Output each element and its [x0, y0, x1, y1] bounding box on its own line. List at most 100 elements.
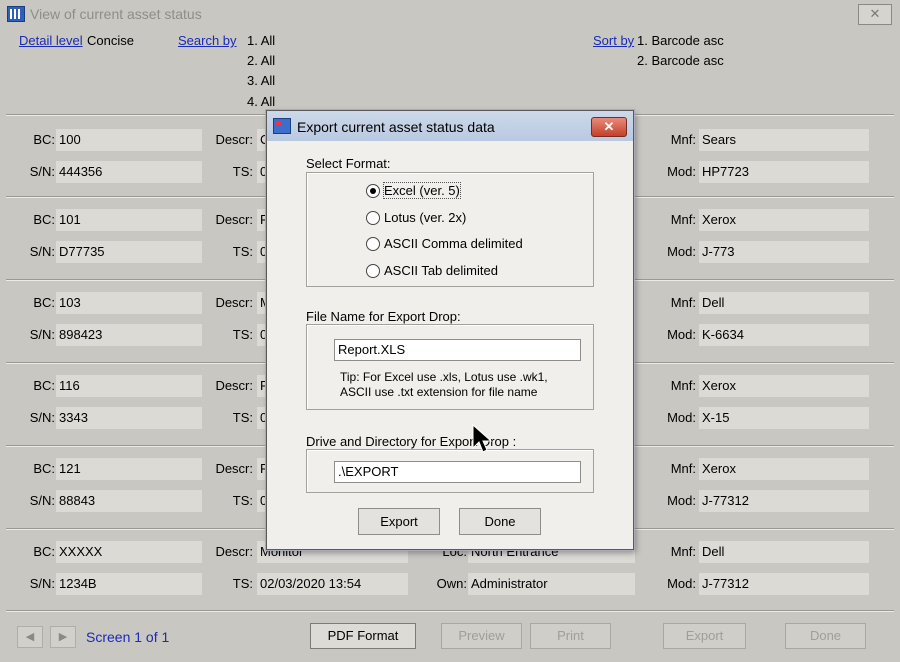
done-button[interactable]: Done [785, 623, 866, 649]
mod-value: J-77312 [699, 573, 869, 595]
radio-ascii-comma-label[interactable]: ASCII Comma delimited [384, 236, 523, 251]
radio-ascii-comma[interactable] [366, 237, 380, 251]
bc-label: BC: [33, 378, 55, 393]
mnf-value: Dell [699, 541, 869, 563]
print-button[interactable]: Print [530, 623, 611, 649]
preview-button[interactable]: Preview [441, 623, 522, 649]
sn-label: S/N: [29, 164, 55, 179]
bc-label: BC: [33, 544, 55, 559]
search-by-2: 2. All [247, 53, 276, 68]
dialog-title: Export current asset status data [297, 119, 495, 135]
own-value: Administrator [468, 573, 635, 595]
sn-label: S/N: [29, 493, 55, 508]
descr-label: Descr: [215, 295, 253, 310]
mod-label: Mod: [667, 164, 696, 179]
mod-label: Mod: [667, 327, 696, 342]
sn-value: 1234B [56, 573, 202, 595]
radio-lotus[interactable] [366, 211, 380, 225]
search-by-link[interactable]: Search by [178, 33, 237, 48]
ts-label: TS: [232, 327, 253, 342]
bc-value: 103 [56, 292, 202, 314]
search-by-4: 4. All [247, 94, 276, 109]
ts-label: TS: [232, 410, 253, 425]
tip-text-line1: Tip: For Excel use .xls, Lotus use .wk1, [340, 370, 548, 384]
prev-screen-button[interactable]: ◀ [17, 626, 43, 648]
window-close-button[interactable]: ✕ [858, 4, 892, 25]
ts-label: TS: [232, 576, 253, 591]
sn-value: 898423 [56, 324, 202, 346]
mod-value: X-15 [699, 407, 869, 429]
file-name-label: File Name for Export Drop: [306, 309, 461, 324]
screen-indicator: Screen 1 of 1 [86, 629, 170, 645]
bc-label: BC: [33, 132, 55, 147]
mnf-label: Mnf: [670, 544, 696, 559]
sn-label: S/N: [29, 327, 55, 342]
search-by-3: 3. All [247, 73, 276, 88]
descr-label: Descr: [215, 132, 253, 147]
mnf-label: Mnf: [670, 295, 696, 310]
bc-value: 101 [56, 209, 202, 231]
radio-lotus-label[interactable]: Lotus (ver. 2x) [384, 210, 466, 225]
next-screen-button[interactable]: ▶ [50, 626, 76, 648]
dialog-export-button[interactable]: Export [358, 508, 440, 535]
bc-label: BC: [33, 461, 55, 476]
divider [6, 610, 894, 611]
mnf-label: Mnf: [670, 212, 696, 227]
ts-label: TS: [232, 493, 253, 508]
sn-label: S/N: [29, 410, 55, 425]
mnf-label: Mnf: [670, 378, 696, 393]
drive-directory-input[interactable]: .\EXPORT [334, 461, 581, 483]
pdf-format-button[interactable]: PDF Format [310, 623, 416, 649]
mod-value: HP7723 [699, 161, 869, 183]
mod-label: Mod: [667, 410, 696, 425]
detail-level-link[interactable]: Detail level [19, 33, 83, 48]
sort-by-2: 2. Barcode asc [637, 53, 724, 68]
tip-text-line2: ASCII use .txt extension for file name [340, 385, 538, 399]
bc-label: BC: [33, 212, 55, 227]
dialog-title-bar: Export current asset status data ✕ [267, 111, 633, 141]
bc-value: 121 [56, 458, 202, 480]
file-name-input[interactable]: Report.XLS [334, 339, 581, 361]
title-bar: View of current asset status ✕ [0, 0, 900, 28]
sort-by-link[interactable]: Sort by [593, 33, 634, 48]
mod-label: Mod: [667, 576, 696, 591]
radio-excel-label[interactable]: Excel (ver. 5) [383, 182, 461, 199]
sn-value: 88843 [56, 490, 202, 512]
radio-ascii-tab[interactable] [366, 264, 380, 278]
mnf-value: Xerox [699, 209, 869, 231]
bc-value: 116 [56, 375, 202, 397]
radio-excel[interactable] [366, 184, 380, 198]
arrow-left-icon: ◀ [25, 631, 35, 643]
mod-label: Mod: [667, 493, 696, 508]
export-icon [273, 118, 291, 134]
window-title: View of current asset status [30, 6, 202, 22]
sn-label: S/N: [29, 576, 55, 591]
bc-value: XXXXX [56, 541, 202, 563]
detail-level-value: Concise [87, 33, 134, 48]
mnf-label: Mnf: [670, 461, 696, 476]
ts-label: TS: [232, 164, 253, 179]
ts-value: 02/03/2020 13:54 [257, 573, 408, 595]
mod-value: J-773 [699, 241, 869, 263]
bc-value: 100 [56, 129, 202, 151]
dialog-close-button[interactable]: ✕ [591, 117, 627, 137]
export-button[interactable]: Export [663, 623, 746, 649]
descr-label: Descr: [215, 461, 253, 476]
sort-by-1: 1. Barcode asc [637, 33, 724, 48]
mod-value: K-6634 [699, 324, 869, 346]
app-icon [7, 6, 25, 22]
mnf-value: Sears [699, 129, 869, 151]
dialog-done-button[interactable]: Done [459, 508, 541, 535]
arrow-right-icon: ▶ [58, 631, 68, 643]
sn-value: 3343 [56, 407, 202, 429]
search-by-1: 1. All [247, 33, 276, 48]
select-format-label: Select Format: [306, 156, 391, 171]
sn-value: 444356 [56, 161, 202, 183]
mouse-pointer-icon [472, 424, 492, 453]
sn-label: S/N: [29, 244, 55, 259]
descr-label: Descr: [215, 212, 253, 227]
own-label: Own: [436, 576, 467, 591]
radio-ascii-tab-label[interactable]: ASCII Tab delimited [384, 263, 498, 278]
mnf-value: Xerox [699, 375, 869, 397]
sn-value: D77735 [56, 241, 202, 263]
